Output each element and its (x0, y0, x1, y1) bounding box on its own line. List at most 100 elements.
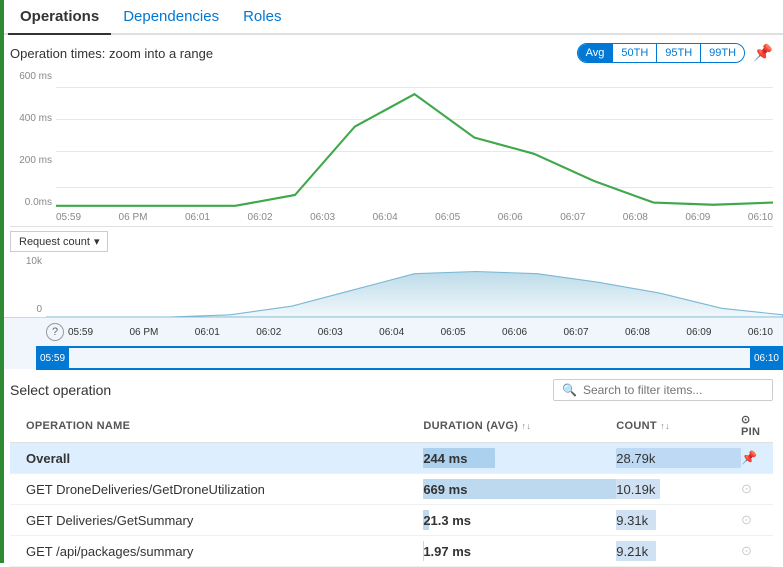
sort-icon-count: ↑↓ (660, 421, 670, 431)
chart-header: Operation times: zoom into a range Avg 5… (10, 43, 773, 63)
x-label-0606: 06:06 (498, 212, 523, 223)
count-text-drone: 10.19k (616, 482, 655, 497)
tab-operations[interactable]: Operations (8, 0, 111, 35)
search-input[interactable] (583, 383, 764, 397)
request-count-button[interactable]: Request count ▾ (10, 231, 108, 252)
timeline-selected-bar (36, 346, 783, 370)
indicator-cell-3 (10, 505, 18, 536)
x-label-0601: 06:01 (185, 212, 210, 223)
x-label-0607: 06:07 (560, 212, 585, 223)
pin-packages[interactable]: ⊙ (733, 536, 773, 567)
indicator-cell-2 (10, 474, 18, 505)
x-label-0608: 06:08 (623, 212, 648, 223)
tab-bar: Operations Dependencies Roles (0, 0, 783, 35)
duration-cell-packages: 1.97 ms (415, 536, 608, 567)
duration-text-drone: 669 ms (423, 482, 467, 497)
indicator-cell (10, 443, 18, 474)
tl-label-0604: 06:04 (379, 327, 404, 338)
pin-drone[interactable]: ⊙ (733, 474, 773, 505)
duration-cell-overall: 244 ms (415, 443, 608, 474)
tl-label-0559: 05:59 (68, 327, 93, 338)
y-label-0: 0.0ms (10, 197, 52, 208)
timeline-help: ? (46, 323, 68, 341)
stat-btn-avg[interactable]: Avg (578, 44, 613, 62)
timeline-bottom-row: 05:59 06:10 (0, 346, 783, 370)
ops-table: OPERATION NAME DURATION (AVG) ↑↓ COUNT ↑… (10, 409, 773, 567)
search-icon: 🔍 (562, 383, 577, 397)
sort-icon-duration: ↑↓ (522, 421, 532, 431)
pin-col-icon: ⊙ (741, 414, 751, 426)
stat-btn-99th[interactable]: 99TH (700, 44, 744, 62)
y-label-600: 600 ms (10, 71, 52, 82)
request-chart: 10k 0 (0, 252, 783, 317)
op-name-overall: Overall (18, 443, 415, 474)
chart-title: Operation times: zoom into a range (10, 46, 213, 61)
tl-label-0609: 06:09 (686, 327, 711, 338)
tl-label-0605: 06:05 (441, 327, 466, 338)
op-name-drone: GET DroneDeliveries/GetDroneUtilization (18, 474, 415, 505)
pin-deliveries[interactable]: ⊙ (733, 505, 773, 536)
count-cell-packages: 9.21k (608, 536, 733, 567)
x-label-0609: 06:09 (685, 212, 710, 223)
x-label-0559: 05:59 (56, 212, 81, 223)
stat-btn-95th[interactable]: 95TH (656, 44, 700, 62)
ops-title: Select operation (10, 382, 111, 398)
duration-text-overall: 244 ms (423, 451, 467, 466)
count-cell-overall: 28.79k (608, 443, 733, 474)
tl-label-0607: 06:07 (564, 327, 589, 338)
count-cell-deliveries: 9.31k (608, 505, 733, 536)
x-label-0605: 06:05 (435, 212, 460, 223)
duration-text-deliveries: 21.3 ms (423, 513, 471, 528)
chevron-down-icon: ▾ (94, 235, 100, 248)
tl-label-0603: 06:03 (318, 327, 343, 338)
count-text-overall: 28.79k (616, 451, 655, 466)
table-row[interactable]: GET DroneDeliveries/GetDroneUtilization … (10, 474, 773, 505)
y-label-200: 200 ms (10, 155, 52, 166)
tl-label-0602: 06:02 (256, 327, 281, 338)
table-body: Overall 244 ms 28.79k 📌 GET DroneDeliver… (10, 443, 773, 567)
tab-dependencies[interactable]: Dependencies (111, 0, 231, 35)
x-label-0602: 06:02 (248, 212, 273, 223)
tl-label-06pm: 06 PM (129, 327, 158, 338)
stat-button-group: Avg 50TH 95TH 99TH (577, 43, 745, 63)
tab-roles[interactable]: Roles (231, 0, 293, 35)
tl-label-0610: 06:10 (748, 327, 773, 338)
col-count[interactable]: COUNT ↑↓ (608, 409, 733, 443)
timeline-section: ? 05:59 06 PM 06:01 06:02 06:03 06:04 06… (0, 317, 783, 369)
duration-cell-drone: 669 ms (415, 474, 608, 505)
x-label-0604: 06:04 (373, 212, 398, 223)
help-icon[interactable]: ? (46, 323, 64, 341)
request-count-label: Request count (19, 236, 90, 248)
chart-section: Operation times: zoom into a range Avg 5… (0, 35, 783, 227)
tl-label-0606: 06:06 (502, 327, 527, 338)
x-label-0610: 06:10 (748, 212, 773, 223)
y-label-400: 400 ms (10, 113, 52, 124)
timeline-handle-right[interactable]: 06:10 (750, 346, 783, 370)
table-row[interactable]: GET /api/packages/summary 1.97 ms 9.21k … (10, 536, 773, 567)
indicator-cell-4 (10, 536, 18, 567)
op-name-packages: GET /api/packages/summary (18, 536, 415, 567)
table-row[interactable]: GET Deliveries/GetSummary 21.3 ms 9.31k … (10, 505, 773, 536)
stat-btn-50th[interactable]: 50TH (612, 44, 656, 62)
search-box[interactable]: 🔍 (553, 379, 773, 401)
request-chart-y: 10k 0 (0, 252, 46, 317)
req-y-0: 0 (0, 304, 42, 315)
main-chart: 600 ms 400 ms 200 ms 0.0ms 05:59 06 PM 0… (10, 67, 773, 227)
chart-y-labels: 600 ms 400 ms 200 ms 0.0ms (10, 67, 56, 226)
chart-controls: Avg 50TH 95TH 99TH 📌 (577, 43, 773, 63)
table-row[interactable]: Overall 244 ms 28.79k 📌 (10, 443, 773, 474)
col-duration[interactable]: DURATION (AVG) ↑↓ (415, 409, 608, 443)
tl-label-0608: 06:08 (625, 327, 650, 338)
timeline-handle-left[interactable]: 05:59 (36, 346, 69, 370)
timeline-labels: 05:59 06 PM 06:01 06:02 06:03 06:04 06:0… (68, 327, 773, 338)
col-operation-name: OPERATION NAME (18, 409, 415, 443)
op-name-deliveries: GET Deliveries/GetSummary (18, 505, 415, 536)
pin-icon[interactable]: 📌 (753, 43, 773, 63)
req-y-10k: 10k (0, 256, 42, 267)
col-pin: ⊙ PIN (733, 409, 773, 443)
timeline-top-row: ? 05:59 06 PM 06:01 06:02 06:03 06:04 06… (0, 318, 783, 346)
request-chart-canvas (46, 252, 783, 317)
chart-canvas (56, 67, 773, 208)
indicator-col-header (10, 409, 18, 443)
ops-section: Select operation 🔍 OPERATION NAME DURATI… (0, 369, 783, 567)
